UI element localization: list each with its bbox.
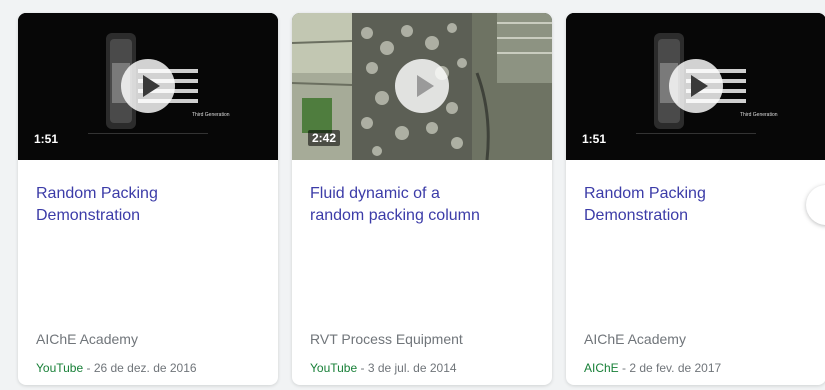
video-title[interactable]: Random Packing Demonstration	[36, 183, 266, 227]
video-meta: YouTube - 3 de jul. de 2014	[310, 361, 457, 375]
video-meta: YouTube - 26 de dez. de 2016	[36, 361, 197, 375]
video-duration: 2:42	[308, 130, 341, 146]
video-thumbnail[interactable]: Third Generation 1:51	[566, 13, 825, 160]
video-meta: AIChE - 2 de fev. de 2017	[584, 361, 721, 375]
video-title-line: random packing column	[310, 207, 480, 224]
video-card[interactable]: 2:42 Fluid dynamic of a random packing c…	[292, 13, 552, 385]
video-duration: 1:51	[34, 132, 59, 146]
video-site: YouTube	[310, 361, 358, 375]
video-title-line: Random Packing	[36, 185, 158, 202]
video-date: - 2 de fev. de 2017	[618, 361, 722, 375]
video-title-line: Demonstration	[584, 207, 689, 224]
video-title-line: Fluid dynamic of a	[310, 185, 440, 202]
video-date: - 26 de dez. de 2016	[83, 361, 197, 375]
video-thumbnail[interactable]: 2:42	[292, 13, 552, 160]
video-date: - 3 de jul. de 2014	[357, 361, 457, 375]
video-source: AIChE Academy	[584, 331, 686, 347]
video-duration: 1:51	[582, 132, 607, 146]
video-card[interactable]: Third Generation 1:51 Random Packing Dem…	[18, 13, 278, 385]
video-title-line: Demonstration	[36, 207, 141, 224]
video-source: AIChE Academy	[36, 331, 138, 347]
video-thumbnail[interactable]: Third Generation 1:51	[18, 13, 278, 160]
thumbnail-caption: Third Generation	[740, 112, 778, 118]
play-icon[interactable]	[121, 59, 175, 113]
play-icon[interactable]	[395, 59, 449, 113]
video-card[interactable]: Third Generation 1:51 Random Packing Dem…	[566, 13, 825, 385]
video-source: RVT Process Equipment	[310, 331, 463, 347]
video-title[interactable]: Random Packing Demonstration	[584, 183, 814, 227]
video-title-line: Random Packing	[584, 185, 706, 202]
video-site: YouTube	[36, 361, 84, 375]
video-site: AIChE	[584, 361, 619, 375]
video-title[interactable]: Fluid dynamic of a random packing column	[310, 183, 540, 227]
thumbnail-caption: Third Generation	[192, 112, 230, 118]
play-icon[interactable]	[669, 59, 723, 113]
video-carousel: Third Generation 1:51 Random Packing Dem…	[0, 0, 825, 390]
